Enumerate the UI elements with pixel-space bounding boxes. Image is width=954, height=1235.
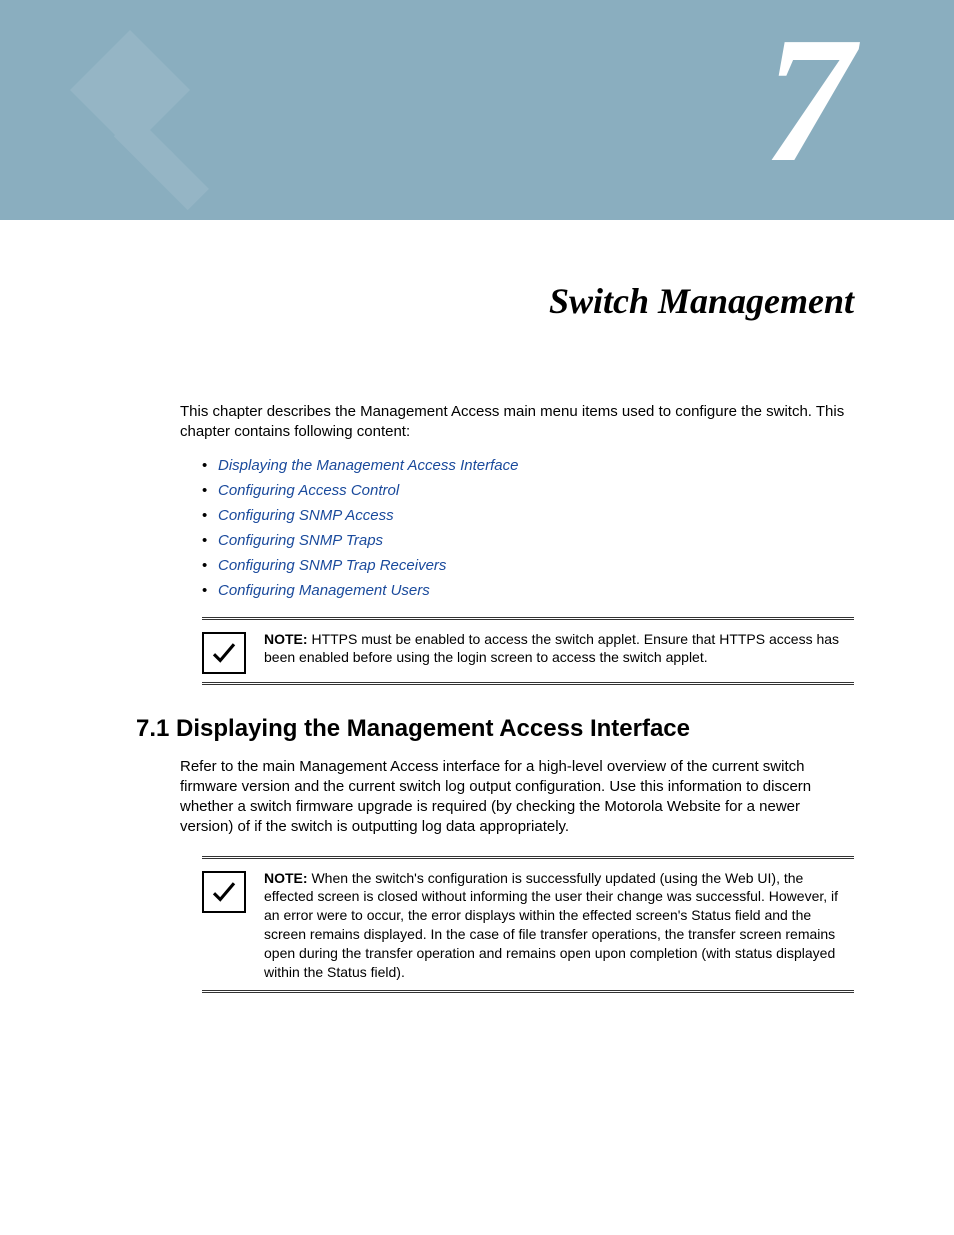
section-heading: 7.1 Displaying the Management Access Int… bbox=[136, 715, 854, 743]
note-label: NOTE: bbox=[264, 870, 308, 886]
note-text: NOTE: HTTPS must be enabled to access th… bbox=[264, 628, 854, 668]
list-item: Configuring SNMP Trap Receivers bbox=[202, 557, 854, 574]
toc-link[interactable]: Configuring SNMP Access bbox=[218, 507, 394, 524]
chapter-links-list: Displaying the Management Access Interfa… bbox=[202, 457, 854, 599]
checkmark-icon bbox=[202, 632, 246, 674]
chapter-intro: This chapter describes the Management Ac… bbox=[180, 402, 854, 443]
toc-link[interactable]: Configuring Management Users bbox=[218, 582, 430, 599]
note-label: NOTE: bbox=[264, 631, 308, 647]
page-content: Switch Management This chapter describes… bbox=[0, 220, 954, 993]
list-item: Configuring Access Control bbox=[202, 482, 854, 499]
toc-link[interactable]: Displaying the Management Access Interfa… bbox=[218, 457, 518, 474]
chapter-number: 7 bbox=[764, 10, 854, 190]
checkmark-icon bbox=[202, 871, 246, 913]
section-title: Displaying the Management Access Interfa… bbox=[176, 715, 690, 742]
toc-link[interactable]: Configuring SNMP Traps bbox=[218, 532, 383, 549]
note-body: HTTPS must be enabled to access the swit… bbox=[264, 631, 839, 666]
list-item: Configuring SNMP Traps bbox=[202, 532, 854, 549]
note-body: When the switch's configuration is succe… bbox=[264, 870, 838, 980]
toc-link[interactable]: Configuring SNMP Trap Receivers bbox=[218, 557, 446, 574]
toc-link[interactable]: Configuring Access Control bbox=[218, 482, 399, 499]
header-decoration-icon bbox=[40, 20, 260, 220]
section-body: Refer to the main Management Access inte… bbox=[180, 757, 854, 838]
note-callout: NOTE: When the switch's configuration is… bbox=[202, 856, 854, 993]
list-item: Configuring SNMP Access bbox=[202, 507, 854, 524]
list-item: Displaying the Management Access Interfa… bbox=[202, 457, 854, 474]
section-number: 7.1 bbox=[136, 715, 169, 742]
note-text: NOTE: When the switch's configuration is… bbox=[264, 867, 854, 982]
chapter-title: Switch Management bbox=[180, 280, 854, 322]
chapter-header-band: 7 bbox=[0, 0, 954, 220]
note-callout: NOTE: HTTPS must be enabled to access th… bbox=[202, 617, 854, 685]
list-item: Configuring Management Users bbox=[202, 582, 854, 599]
